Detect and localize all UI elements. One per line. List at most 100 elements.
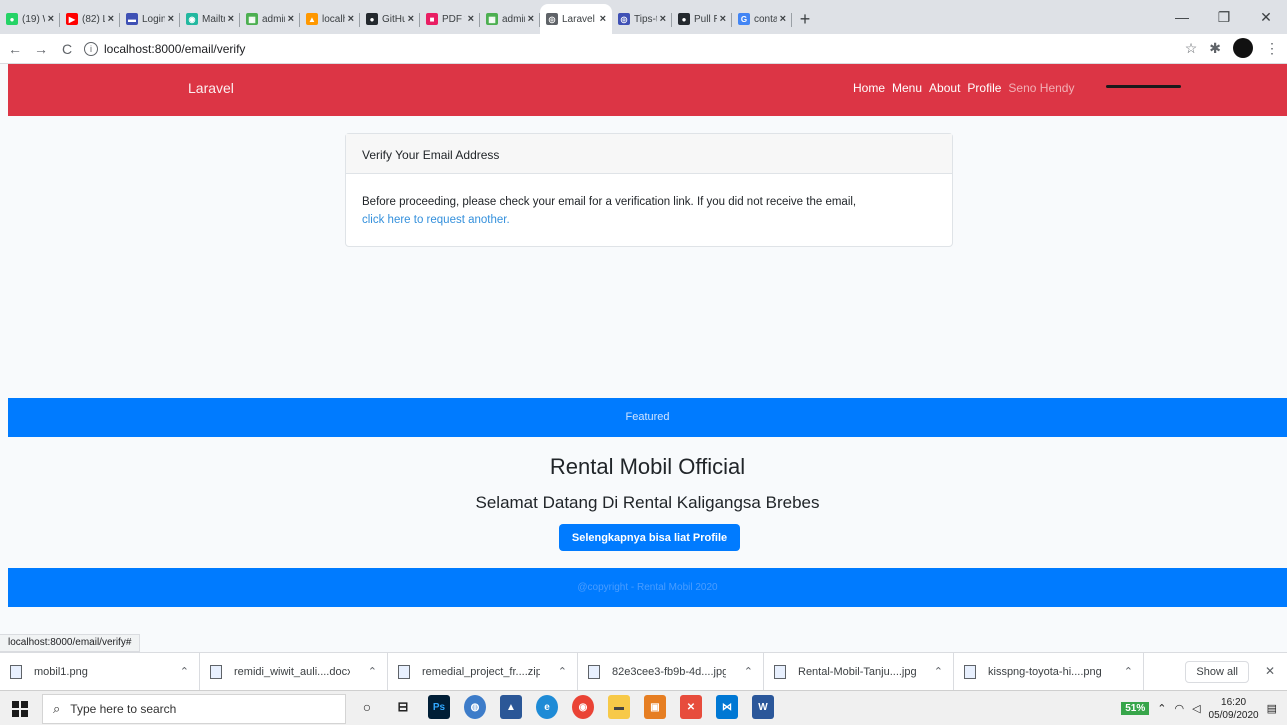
clock[interactable]: 16:20 05/09/2020 xyxy=(1209,696,1259,722)
menu-icon[interactable]: ⋮ xyxy=(1265,40,1279,57)
hero-title: Rental Mobil Official xyxy=(549,454,746,479)
taskbar-search[interactable]: ⌕ Type here to search xyxy=(42,694,346,724)
nav-profile[interactable]: Profile xyxy=(967,81,1001,95)
vscode-icon[interactable]: ⋈ xyxy=(716,695,738,719)
globe-app-icon[interactable]: ◍ xyxy=(464,695,486,719)
xampp-icon[interactable]: ✕ xyxy=(680,695,702,719)
minimize-icon[interactable]: — xyxy=(1161,0,1203,34)
tab-close-icon[interactable]: × xyxy=(660,13,666,25)
cortana-icon[interactable]: ○ xyxy=(356,695,378,719)
nav-home[interactable]: Home xyxy=(853,81,885,95)
chevron-up-icon[interactable]: ⌃ xyxy=(368,665,377,678)
sublime-icon[interactable]: ▣ xyxy=(644,695,666,719)
chevron-up-icon[interactable]: ⌃ xyxy=(180,665,189,678)
volume-icon[interactable]: ◁ xyxy=(1192,702,1200,715)
close-icon[interactable]: ✕ xyxy=(1245,0,1287,34)
browser-tab[interactable]: ◎ Laravel × xyxy=(540,4,612,34)
tab-close-icon[interactable]: × xyxy=(48,13,54,25)
tab-close-icon[interactable]: × xyxy=(408,13,414,25)
url-text[interactable]: localhost:8000/email/verify xyxy=(104,42,245,56)
show-all-button[interactable]: Show all xyxy=(1185,661,1249,683)
browser-tab-strip: ●(19) W×▶(82) La×▬Login×◉Mailtra×▦admin×… xyxy=(0,0,1287,34)
task-view-icon[interactable]: ⊟ xyxy=(392,695,414,719)
nav-about[interactable]: About xyxy=(929,81,960,95)
browser-tab[interactable]: ◉ Mailtra× xyxy=(180,4,240,34)
browser-tab[interactable]: ● (19) W× xyxy=(0,4,60,34)
download-item[interactable]: remedial_project_fr....zip ⌃ xyxy=(388,652,578,691)
chevron-up-icon[interactable]: ⌃ xyxy=(558,665,567,678)
tab-close-icon[interactable]: × xyxy=(720,13,726,25)
file-icon xyxy=(210,664,222,679)
back-icon[interactable]: ← xyxy=(4,38,26,60)
edge-icon[interactable]: e xyxy=(536,695,558,719)
tab-close-icon[interactable]: × xyxy=(780,13,786,25)
browser-toolbar: ← → C i localhost:8000/email/verify ☆ ✱ … xyxy=(0,34,1287,64)
browser-tab[interactable]: ◎ Tips-ti× xyxy=(612,4,672,34)
tab-close-icon[interactable]: × xyxy=(108,13,114,25)
new-tab-button[interactable]: + xyxy=(792,4,818,34)
search-placeholder[interactable]: Type here to search xyxy=(70,702,176,716)
nav-menu[interactable]: Menu xyxy=(892,81,922,95)
file-icon xyxy=(10,664,22,679)
browser-tab[interactable]: ▲ localho× xyxy=(300,4,360,34)
tab-title: Mailtra xyxy=(202,13,225,25)
tab-favicon-icon: ▲ xyxy=(306,13,318,25)
close-shelf-icon[interactable]: ✕ xyxy=(1265,664,1275,678)
network-icon[interactable]: ◠ xyxy=(1174,702,1184,715)
tab-close-icon[interactable]: × xyxy=(348,13,354,25)
browser-tab[interactable]: ▦ admin× xyxy=(480,4,540,34)
window-controls: — ❐ ✕ xyxy=(1161,0,1287,34)
chevron-up-icon[interactable]: ⌃ xyxy=(1124,665,1133,678)
tab-close-icon[interactable]: × xyxy=(288,13,294,25)
tray-chevron-icon[interactable]: ⌃ xyxy=(1157,702,1166,715)
download-item[interactable]: 82e3cee3-fb9b-4d....jpg ⌃ xyxy=(578,652,764,691)
chevron-up-icon[interactable]: ⌃ xyxy=(744,665,753,678)
hero-subtitle: Selamat Datang Di Rental Kaligangsa Breb… xyxy=(475,493,820,512)
chevron-up-icon[interactable]: ⌃ xyxy=(934,665,943,678)
download-item[interactable]: remidi_wiwit_auli....docx ⌃ xyxy=(200,652,388,691)
file-explorer-icon[interactable]: ▬ xyxy=(608,695,630,719)
word-icon[interactable]: W xyxy=(752,695,774,719)
resend-verification-link[interactable]: click here to request another. xyxy=(362,211,936,229)
tab-favicon-icon: ● xyxy=(678,13,690,25)
browser-tab[interactable]: ● Pull Re× xyxy=(672,4,732,34)
address-bar[interactable]: i localhost:8000/email/verify xyxy=(84,37,1144,61)
profile-avatar[interactable] xyxy=(1233,38,1253,58)
browser-tab[interactable]: Gcontac× xyxy=(732,4,792,34)
reload-icon[interactable]: C xyxy=(56,38,78,60)
download-item[interactable]: mobil1.png ⌃ xyxy=(0,652,200,691)
taskbar-apps: ○ ⊟ Ps ◍ ▲ e ◉ ▬ ▣ ✕ ⋈ W xyxy=(356,695,774,719)
tab-close-icon[interactable]: × xyxy=(228,13,234,25)
tab-title: GitHub xyxy=(382,13,405,25)
extensions-icon[interactable]: ✱ xyxy=(1209,40,1221,57)
photoshop-icon[interactable]: Ps xyxy=(428,695,450,719)
tab-favicon-icon: ◉ xyxy=(186,13,198,25)
tab-favicon-icon: ▦ xyxy=(246,13,258,25)
info-icon[interactable]: i xyxy=(84,41,98,56)
browser-tab[interactable]: ● GitHub× xyxy=(360,4,420,34)
browser-tab[interactable]: ▦ admin× xyxy=(240,4,300,34)
chrome-icon[interactable]: ◉ xyxy=(572,695,594,719)
scribble-mark xyxy=(1106,85,1181,88)
windows-start-icon[interactable] xyxy=(12,701,28,717)
photos-icon[interactable]: ▲ xyxy=(500,695,522,719)
star-icon[interactable]: ☆ xyxy=(1185,40,1198,57)
restore-icon[interactable]: ❐ xyxy=(1203,0,1245,34)
tab-close-icon[interactable]: × xyxy=(600,13,606,25)
brand-link[interactable]: Laravel xyxy=(188,80,234,96)
download-filename: remedial_project_fr....zip xyxy=(422,665,540,678)
download-item[interactable]: kisspng-toyota-hi....png ⌃ xyxy=(954,652,1144,691)
battery-indicator[interactable]: 51% xyxy=(1121,702,1150,715)
forward-icon[interactable]: → xyxy=(30,38,52,60)
profile-button[interactable]: Selengkapnya bisa liat Profile xyxy=(559,524,740,551)
notifications-icon[interactable]: ▤ xyxy=(1267,702,1277,715)
tab-close-icon[interactable]: × xyxy=(528,13,534,25)
nav-user-dropdown[interactable]: Seno Hendy xyxy=(1008,81,1074,95)
tab-close-icon[interactable]: × xyxy=(168,13,174,25)
browser-tab[interactable]: ▶ (82) La× xyxy=(60,4,120,34)
download-item[interactable]: Rental-Mobil-Tanju....jpg ⌃ xyxy=(764,652,954,691)
browser-tab[interactable]: ■ PDF to× xyxy=(420,4,480,34)
tab-close-icon[interactable]: × xyxy=(468,13,474,25)
tab-favicon-icon: ▶ xyxy=(66,13,78,25)
browser-tab[interactable]: ▬ Login × xyxy=(120,4,180,34)
